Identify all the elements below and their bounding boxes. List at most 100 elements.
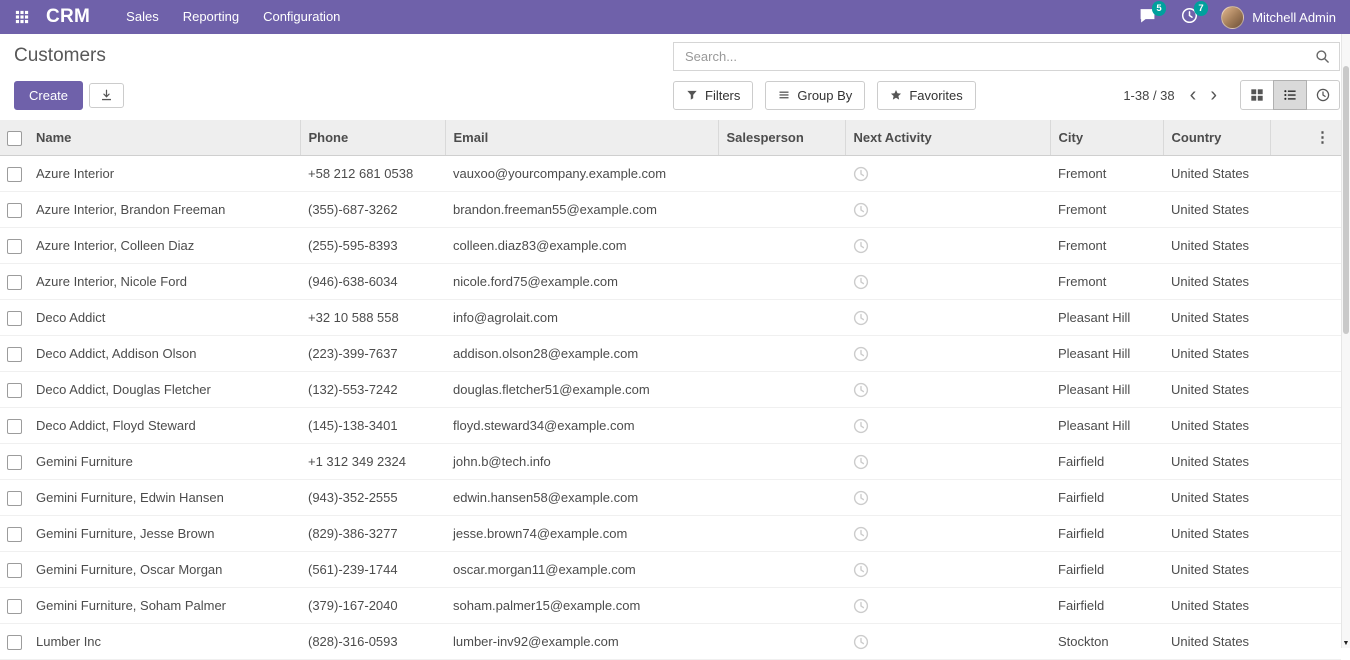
next-activity-clock-icon[interactable] bbox=[853, 418, 869, 434]
optional-columns-icon[interactable]: ⋮ bbox=[1312, 120, 1333, 155]
next-activity-clock-icon[interactable] bbox=[853, 310, 869, 326]
cell-city[interactable]: Fremont bbox=[1050, 264, 1163, 300]
cell-phone[interactable]: (829)-386-3277 bbox=[300, 516, 445, 552]
cell-city[interactable]: Fairfield bbox=[1050, 588, 1163, 624]
next-activity-clock-icon[interactable] bbox=[853, 346, 869, 362]
cell-name[interactable]: Deco Addict, Douglas Fletcher bbox=[28, 372, 300, 408]
cell-country[interactable]: United States bbox=[1163, 156, 1270, 192]
cell-salesperson[interactable] bbox=[718, 408, 845, 444]
next-activity-clock-icon[interactable] bbox=[853, 166, 869, 182]
cell-name[interactable]: Azure Interior, Nicole Ford bbox=[28, 264, 300, 300]
activity-view-button[interactable] bbox=[1306, 80, 1340, 110]
scroll-down-arrow[interactable]: ▼ bbox=[1342, 640, 1350, 647]
cell-next-activity[interactable] bbox=[845, 300, 1050, 336]
messages-button[interactable]: 5 bbox=[1137, 7, 1157, 27]
cell-country[interactable]: United States bbox=[1163, 300, 1270, 336]
pager-next-button[interactable]: › bbox=[1203, 86, 1224, 104]
cell-city[interactable]: Fremont bbox=[1050, 192, 1163, 228]
column-header-salesperson[interactable]: Salesperson bbox=[718, 120, 845, 156]
next-activity-clock-icon[interactable] bbox=[853, 454, 869, 470]
cell-name[interactable]: Azure Interior bbox=[28, 156, 300, 192]
row-checkbox[interactable] bbox=[7, 347, 22, 362]
cell-name[interactable]: Lumber Inc bbox=[28, 624, 300, 660]
cell-name[interactable]: Deco Addict bbox=[28, 300, 300, 336]
search-icon[interactable] bbox=[1315, 49, 1330, 64]
cell-next-activity[interactable] bbox=[845, 264, 1050, 300]
row-checkbox[interactable] bbox=[7, 167, 22, 182]
activities-button[interactable]: 7 bbox=[1179, 7, 1199, 27]
next-activity-clock-icon[interactable] bbox=[853, 490, 869, 506]
cell-next-activity[interactable] bbox=[845, 624, 1050, 660]
cell-salesperson[interactable] bbox=[718, 228, 845, 264]
cell-city[interactable]: Fairfield bbox=[1050, 444, 1163, 480]
menu-sales[interactable]: Sales bbox=[114, 0, 171, 34]
cell-city[interactable]: Fairfield bbox=[1050, 552, 1163, 588]
row-checkbox[interactable] bbox=[7, 383, 22, 398]
cell-salesperson[interactable] bbox=[718, 552, 845, 588]
cell-email[interactable]: oscar.morgan11@example.com bbox=[445, 552, 718, 588]
cell-country[interactable]: United States bbox=[1163, 516, 1270, 552]
cell-next-activity[interactable] bbox=[845, 444, 1050, 480]
table-row[interactable]: Gemini Furniture, Oscar Morgan (561)-239… bbox=[0, 552, 1341, 588]
row-checkbox[interactable] bbox=[7, 455, 22, 470]
cell-salesperson[interactable] bbox=[718, 336, 845, 372]
table-row[interactable]: Gemini Furniture, Edwin Hansen (943)-352… bbox=[0, 480, 1341, 516]
cell-phone[interactable]: (355)-687-3262 bbox=[300, 192, 445, 228]
row-checkbox[interactable] bbox=[7, 275, 22, 290]
cell-email[interactable]: lumber-inv92@example.com bbox=[445, 624, 718, 660]
next-activity-clock-icon[interactable] bbox=[853, 562, 869, 578]
cell-phone[interactable]: (145)-138-3401 bbox=[300, 408, 445, 444]
next-activity-clock-icon[interactable] bbox=[853, 526, 869, 542]
cell-city[interactable]: Fremont bbox=[1050, 156, 1163, 192]
cell-salesperson[interactable] bbox=[718, 516, 845, 552]
cell-phone[interactable]: +32 10 588 558 bbox=[300, 300, 445, 336]
cell-email[interactable]: soham.palmer15@example.com bbox=[445, 588, 718, 624]
column-header-email[interactable]: Email bbox=[445, 120, 718, 156]
cell-salesperson[interactable] bbox=[718, 624, 845, 660]
cell-phone[interactable]: (943)-352-2555 bbox=[300, 480, 445, 516]
table-row[interactable]: Lumber Inc (828)-316-0593 lumber-inv92@e… bbox=[0, 624, 1341, 660]
row-checkbox[interactable] bbox=[7, 635, 22, 650]
next-activity-clock-icon[interactable] bbox=[853, 634, 869, 650]
cell-city[interactable]: Fremont bbox=[1050, 228, 1163, 264]
cell-name[interactable]: Gemini Furniture, Edwin Hansen bbox=[28, 480, 300, 516]
table-row[interactable]: Azure Interior, Brandon Freeman (355)-68… bbox=[0, 192, 1341, 228]
search-box[interactable] bbox=[673, 42, 1340, 71]
cell-email[interactable]: brandon.freeman55@example.com bbox=[445, 192, 718, 228]
table-row[interactable]: Deco Addict, Addison Olson (223)-399-763… bbox=[0, 336, 1341, 372]
table-row[interactable]: Deco Addict +32 10 588 558 info@agrolait… bbox=[0, 300, 1341, 336]
kanban-view-button[interactable] bbox=[1240, 80, 1274, 110]
select-all-checkbox[interactable] bbox=[7, 131, 22, 146]
column-header-country[interactable]: Country bbox=[1163, 120, 1270, 156]
cell-country[interactable]: United States bbox=[1163, 624, 1270, 660]
table-row[interactable]: Gemini Furniture, Soham Palmer (379)-167… bbox=[0, 588, 1341, 624]
create-button[interactable]: Create bbox=[14, 81, 83, 110]
next-activity-clock-icon[interactable] bbox=[853, 382, 869, 398]
cell-email[interactable]: edwin.hansen58@example.com bbox=[445, 480, 718, 516]
row-checkbox[interactable] bbox=[7, 491, 22, 506]
cell-city[interactable]: Fairfield bbox=[1050, 480, 1163, 516]
cell-next-activity[interactable] bbox=[845, 552, 1050, 588]
column-header-phone[interactable]: Phone bbox=[300, 120, 445, 156]
table-row[interactable]: Deco Addict, Douglas Fletcher (132)-553-… bbox=[0, 372, 1341, 408]
cell-email[interactable]: addison.olson28@example.com bbox=[445, 336, 718, 372]
menu-configuration[interactable]: Configuration bbox=[251, 0, 352, 34]
cell-name[interactable]: Gemini Furniture, Jesse Brown bbox=[28, 516, 300, 552]
cell-country[interactable]: United States bbox=[1163, 192, 1270, 228]
table-row[interactable]: Azure Interior, Colleen Diaz (255)-595-8… bbox=[0, 228, 1341, 264]
table-row[interactable]: Azure Interior +58 212 681 0538 vauxoo@y… bbox=[0, 156, 1341, 192]
cell-country[interactable]: United States bbox=[1163, 408, 1270, 444]
cell-phone[interactable]: (561)-239-1744 bbox=[300, 552, 445, 588]
cell-next-activity[interactable] bbox=[845, 516, 1050, 552]
next-activity-clock-icon[interactable] bbox=[853, 238, 869, 254]
cell-email[interactable]: douglas.fletcher51@example.com bbox=[445, 372, 718, 408]
cell-country[interactable]: United States bbox=[1163, 336, 1270, 372]
column-header-city[interactable]: City bbox=[1050, 120, 1163, 156]
cell-salesperson[interactable] bbox=[718, 588, 845, 624]
cell-city[interactable]: Pleasant Hill bbox=[1050, 408, 1163, 444]
cell-phone[interactable]: (132)-553-7242 bbox=[300, 372, 445, 408]
cell-next-activity[interactable] bbox=[845, 408, 1050, 444]
cell-salesperson[interactable] bbox=[718, 264, 845, 300]
table-row[interactable]: Gemini Furniture, Jesse Brown (829)-386-… bbox=[0, 516, 1341, 552]
cell-country[interactable]: United States bbox=[1163, 588, 1270, 624]
